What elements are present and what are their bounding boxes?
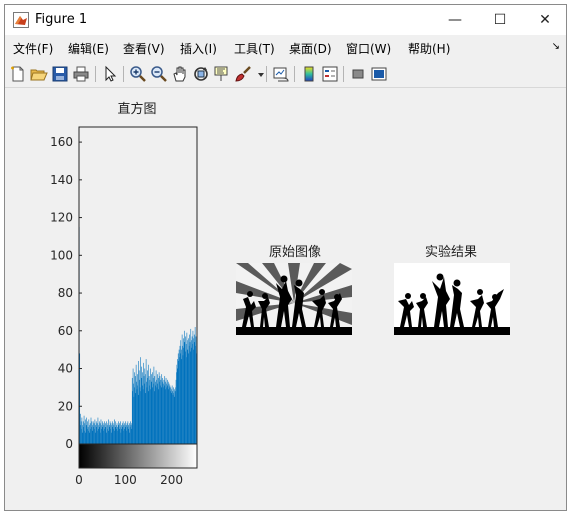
- y-axis-ticks: 0 20 40 60 80 100 120 140 160: [50, 135, 82, 451]
- menu-insert[interactable]: 插入(I): [180, 40, 217, 57]
- y-tick-label: 120: [50, 211, 73, 225]
- figure-canvas: 直方图 0 20 40 60 80 100 120 140 160 0 100 200 原始图像: [5, 89, 566, 510]
- colorbar-icon[interactable]: [300, 65, 318, 83]
- y-tick-label: 40: [58, 362, 73, 376]
- result-image[interactable]: [394, 263, 510, 335]
- title-bar[interactable]: Figure 1 — ☐ ✕: [5, 5, 566, 35]
- pan-hand-icon[interactable]: [171, 65, 189, 83]
- data-cursor-icon[interactable]: [213, 65, 231, 83]
- menu-bar: 文件(F) 编辑(E) 查看(V) 插入(I) 工具(T) 桌面(D) 窗口(W…: [5, 37, 566, 59]
- x-tick-label: 0: [75, 473, 83, 487]
- brush-dropdown-icon[interactable]: [252, 65, 264, 83]
- show-plot-tools-icon[interactable]: [370, 65, 388, 83]
- toolbar-separator: [95, 66, 96, 82]
- zoom-in-icon[interactable]: [129, 65, 147, 83]
- brush-icon[interactable]: [234, 65, 252, 83]
- grayscale-colorbar: [78, 443, 198, 469]
- matlab-logo-icon: [13, 12, 29, 28]
- y-tick-label: 100: [50, 248, 73, 262]
- open-file-icon[interactable]: [30, 65, 48, 83]
- histogram-title: 直方图: [117, 101, 156, 117]
- menu-window[interactable]: 窗口(W): [346, 40, 391, 57]
- minimize-button[interactable]: —: [432, 5, 478, 35]
- y-tick-label: 20: [58, 399, 73, 413]
- x-tick-label: 100: [114, 473, 137, 487]
- y-tick-label: 80: [58, 286, 73, 300]
- menu-edit[interactable]: 编辑(E): [68, 40, 109, 57]
- save-icon[interactable]: [51, 65, 69, 83]
- toolbar-separator: [266, 66, 267, 82]
- legend-icon[interactable]: [321, 65, 339, 83]
- y-tick-label: 0: [65, 437, 73, 451]
- maximize-button[interactable]: ☐: [477, 5, 523, 35]
- window-title: Figure 1: [35, 12, 88, 27]
- result-image-title: 实验结果: [424, 245, 477, 260]
- toolbar-separator: [294, 66, 295, 82]
- menu-help[interactable]: 帮助(H): [408, 40, 450, 57]
- y-tick-label: 160: [50, 135, 73, 149]
- toolbar-separator: [123, 66, 124, 82]
- menu-overflow-icon[interactable]: ↘: [552, 41, 560, 52]
- select-pointer-icon[interactable]: [101, 65, 119, 83]
- background-strip: [0, 511, 574, 519]
- histogram-bars: [79, 227, 198, 444]
- hide-plot-tools-icon[interactable]: [349, 65, 367, 83]
- toolbar: [5, 61, 566, 88]
- y-tick-label: 60: [58, 324, 73, 338]
- toolbar-separator: [343, 66, 344, 82]
- x-tick-label: 200: [160, 473, 183, 487]
- link-plot-icon[interactable]: [272, 65, 290, 83]
- original-image-title: 原始图像: [268, 245, 321, 260]
- menu-desktop[interactable]: 桌面(D): [289, 40, 332, 57]
- new-figure-icon[interactable]: [9, 65, 27, 83]
- menu-view[interactable]: 查看(V): [123, 40, 165, 57]
- figure-window: Figure 1 — ☐ ✕ 文件(F) 编辑(E) 查看(V) 插入(I) 工…: [4, 4, 567, 511]
- close-button[interactable]: ✕: [522, 5, 566, 35]
- menu-tools[interactable]: 工具(T): [234, 40, 275, 57]
- rotate-3d-icon[interactable]: [192, 65, 210, 83]
- original-image[interactable]: [236, 263, 352, 335]
- menu-file[interactable]: 文件(F): [13, 40, 53, 57]
- y-tick-label: 140: [50, 173, 73, 187]
- print-icon[interactable]: [72, 65, 90, 83]
- zoom-out-icon[interactable]: [150, 65, 168, 83]
